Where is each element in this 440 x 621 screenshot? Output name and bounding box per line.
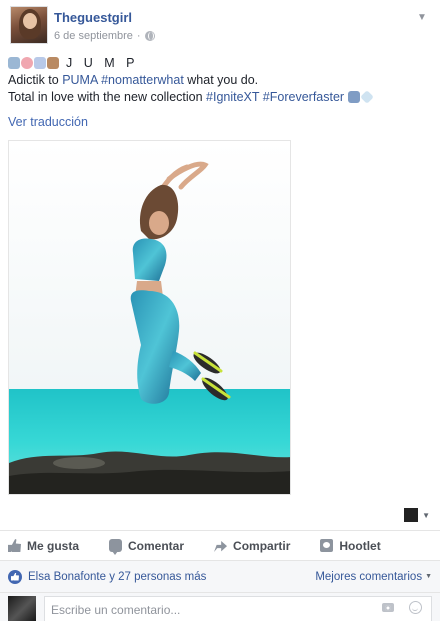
see-translation-link[interactable]: Ver traducción <box>8 115 88 129</box>
chevron-down-icon[interactable]: ▼ <box>416 12 428 24</box>
post-actions: Me gusta Comentar Compartir Hootlet <box>0 530 440 560</box>
thumbs-up-icon <box>8 539 21 552</box>
post-photo[interactable] <box>8 140 291 495</box>
post-jump-text: J U M P <box>66 56 139 70</box>
page-thumbnail <box>404 508 419 522</box>
brand-link[interactable]: PUMA <box>62 73 97 87</box>
post-text-line-2: Adictik to PUMA #nomatterwhat what you d… <box>8 72 432 89</box>
facebook-post: Theguestgirl 6 de septiembre · ▼ J U M P… <box>0 0 440 621</box>
meta-separator: · <box>136 30 141 42</box>
like-label: Me gusta <box>27 538 80 553</box>
post-as-selector[interactable]: ▼ <box>404 508 430 522</box>
post-text-segment: Adictik to <box>8 73 63 87</box>
hashtag-link[interactable]: #nomatterwhat <box>101 73 184 87</box>
diamond-emoji-icon <box>359 90 374 104</box>
post-text-line-1: J U M P <box>8 55 432 72</box>
comment-label: Comentar <box>128 538 185 553</box>
like-button[interactable]: Me gusta <box>8 539 79 553</box>
chevron-down-icon: ▼ <box>422 510 430 520</box>
share-arrow-icon <box>214 540 228 552</box>
comment-icon <box>109 539 123 555</box>
post-meta: 6 de septiembre · <box>54 30 155 42</box>
share-label: Compartir <box>233 538 291 553</box>
emoji-icon <box>47 57 59 69</box>
emoji-icon <box>347 91 360 103</box>
likes-count-link[interactable]: Elsa Bonafonte y 27 personas más <box>28 571 206 583</box>
post-text-segment: what you do. <box>183 73 259 87</box>
like-badge-icon <box>8 569 22 584</box>
share-button[interactable]: Compartir <box>214 539 290 553</box>
hootlet-label: Hootlet <box>339 538 381 553</box>
hashtag-link[interactable]: #IgniteXT <box>206 90 259 104</box>
hootlet-button[interactable]: Hootlet <box>320 538 381 553</box>
globe-icon[interactable] <box>144 31 155 41</box>
avatar-face <box>23 13 37 29</box>
author-name[interactable]: Theguestgirl <box>54 10 132 25</box>
camera-icon[interactable] <box>382 603 394 612</box>
reactions-summary: Elsa Bonafonte y 27 personas más Mejores… <box>0 560 440 592</box>
comment-composer: Escribe un comentario... <box>0 592 440 621</box>
user-avatar <box>8 596 36 621</box>
emoji-smile-icon[interactable] <box>409 601 422 614</box>
hootlet-icon <box>320 539 334 552</box>
post-text-line-3: Total in love with the new collection #I… <box>8 89 432 106</box>
post-text-segment: Total in love with the new collection <box>8 90 207 104</box>
jumping-woman-photo <box>9 141 290 494</box>
emoji-icon <box>21 57 33 69</box>
chevron-down-icon: ▼ <box>425 572 432 580</box>
comment-sort-dropdown[interactable]: Mejores comentarios ▼ <box>315 571 432 583</box>
comment-button[interactable]: Comentar <box>109 538 185 555</box>
hashtag-link[interactable]: #Foreverfaster <box>263 90 344 104</box>
post-date[interactable]: 6 de septiembre <box>54 30 133 42</box>
post-text: J U M P Adictik to PUMA #nomatterwhat wh… <box>8 55 432 106</box>
author-avatar[interactable] <box>10 6 48 44</box>
comment-input[interactable]: Escribe un comentario... <box>44 596 432 621</box>
post-header: Theguestgirl 6 de septiembre · ▼ <box>8 6 432 46</box>
emoji-icon <box>34 57 46 69</box>
comment-sort-label: Mejores comentarios <box>315 570 423 583</box>
emoji-icon <box>8 57 20 69</box>
